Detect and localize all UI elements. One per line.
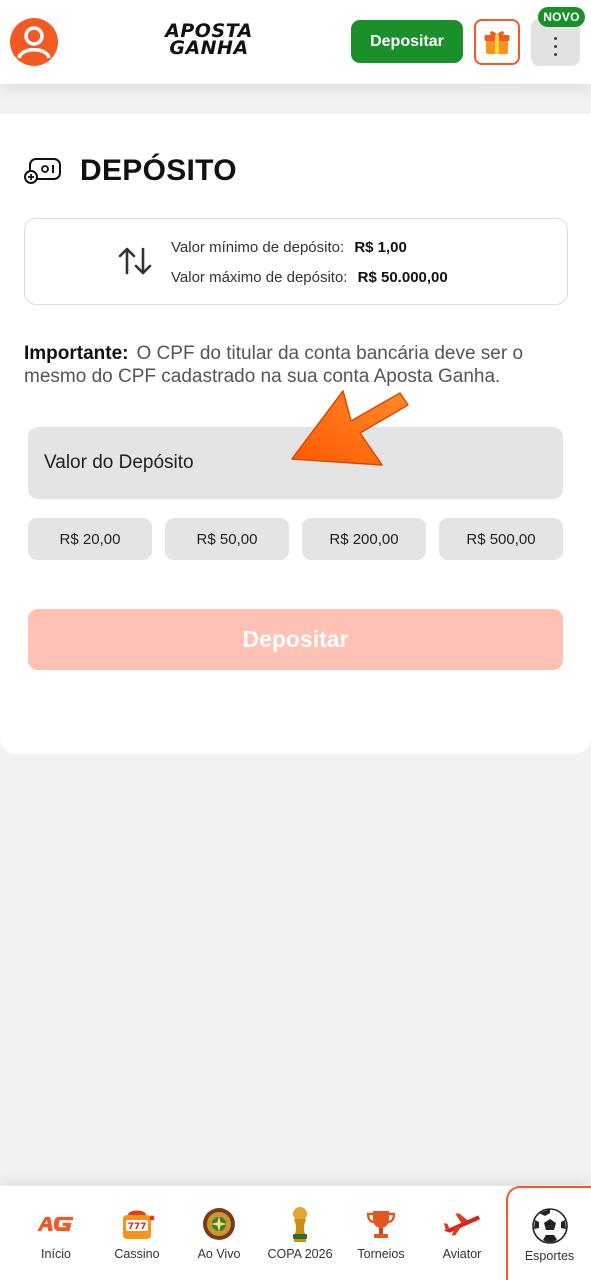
quick-amount-chips: R$ 20,00 R$ 50,00 R$ 200,00 R$ 500,00 [28,518,563,560]
nav-item-inicio[interactable]: Início [14,1186,98,1280]
nav-label-esportes: Esportes [524,1249,575,1263]
nav-item-esportes[interactable]: Esportes [506,1186,591,1280]
world-cup-trophy-icon [280,1204,320,1244]
important-notice: Importante: O CPF do titular da conta ban… [24,342,574,388]
trophy-cup-icon [361,1204,401,1244]
nav-item-copa-2026[interactable]: COPA 2026 [262,1186,338,1280]
min-deposit-label: Valor mínimo de depósito: [171,239,345,256]
quick-amount-200[interactable]: R$ 200,00 [302,518,426,560]
nav-label-copa-2026: COPA 2026 [267,1247,333,1261]
nav-label-ao-vivo: Ao Vivo [197,1247,241,1261]
important-label: Importante: [24,343,129,364]
roulette-icon [199,1204,239,1244]
nav-item-aviator[interactable]: Aviator [424,1186,500,1280]
svg-text:777: 777 [128,1222,147,1232]
nav-label-torneios: Torneios [357,1247,405,1261]
nav-item-cassino[interactable]: 777 Cassino [100,1186,174,1280]
more-vertical-icon [554,37,557,56]
header-deposit-button[interactable]: Depositar [351,20,463,63]
quick-amount-20[interactable]: R$ 20,00 [28,518,152,560]
logo-line-2: GANHA [169,37,249,59]
aposta-ganha-logo[interactable]: APOSTA GANHA [150,20,268,60]
max-deposit-line: Valor máximo de depósito: R$ 50.000,00 [171,269,448,286]
swap-arrows-icon [118,247,152,275]
novo-badge: NOVO [538,7,585,27]
submit-deposit-button[interactable]: Depositar [28,609,563,670]
soccer-ball-icon [530,1206,570,1246]
nav-label-cassino: Cassino [114,1247,160,1261]
airplane-icon [442,1204,482,1244]
min-deposit-line: Valor mínimo de depósito: R$ 1,00 [171,239,407,256]
nav-label-inicio: Início [41,1247,71,1261]
page-title-row: DEPÓSITO [24,154,237,188]
nav-label-aviator: Aviator [442,1247,482,1261]
quick-amount-50[interactable]: R$ 50,00 [165,518,289,560]
slot-machine-icon: 777 [117,1204,157,1244]
nav-item-torneios[interactable]: Torneios [346,1186,416,1280]
user-avatar-icon[interactable] [10,18,58,66]
top-header: APOSTA GANHA Depositar [0,0,591,84]
deposit-limits-box: Valor mínimo de depósito: R$ 1,00 Valor … [24,218,568,305]
bottom-navigation: Início 777 Cassino Ao Vivo COPA 2026 Tor… [0,1186,591,1280]
nav-item-ao-vivo[interactable]: Ao Vivo [182,1186,256,1280]
ag-logo-icon [36,1204,76,1244]
min-deposit-value: R$ 1,00 [354,239,407,256]
quick-amount-500[interactable]: R$ 500,00 [439,518,563,560]
gift-icon[interactable] [474,19,520,65]
max-deposit-value: R$ 50.000,00 [357,269,448,286]
max-deposit-label: Valor máximo de depósito: [171,269,348,286]
page-title: DEPÓSITO [80,154,237,187]
gamepad-icon [24,158,61,184]
pointer-arrow-icon [291,390,409,466]
